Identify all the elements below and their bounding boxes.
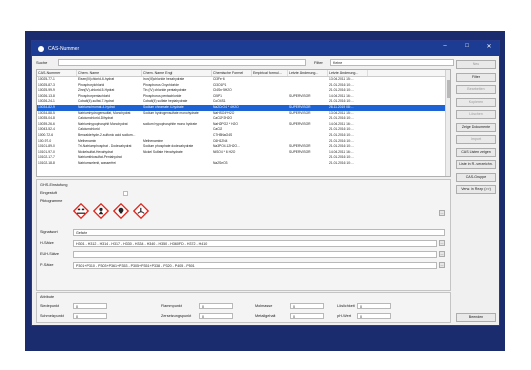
column-header[interactable]: Letzte Änderung...	[328, 70, 368, 76]
flammpunkt-label: Flammpunkt	[161, 304, 182, 308]
side-button-bearbeiten[interactable]: Bearbeiten	[456, 85, 496, 94]
ghs-environment-icon	[133, 203, 149, 219]
schmelzpunkt-field[interactable]: 0	[73, 313, 107, 319]
search-label: Suche	[36, 59, 48, 65]
table-header: CAS-Nummer Chem. Name Chem. Name Engl Ch…	[37, 70, 450, 77]
p-saetze-label: P-Sätze	[40, 263, 54, 267]
schmelzpunkt-label: Schmelzpunkt	[40, 314, 64, 318]
table-body: 10025-77-1 Eisen(III)chlorid-6-hydrat Iron…	[37, 77, 450, 167]
p-saetze-edit-button[interactable]: ...	[439, 262, 445, 268]
molmasse-field[interactable]: 0	[290, 303, 324, 309]
title-bar[interactable]: CAS-Nummer – □ ✕	[32, 41, 499, 56]
close-icon[interactable]: ✕	[483, 43, 495, 50]
scrollbar-thumb[interactable]	[447, 80, 450, 98]
ph-wert-label: pH-Wert	[337, 314, 352, 318]
maximize-icon[interactable]: □	[461, 43, 473, 50]
side-button-cas-gruppe[interactable]: CAS-Gruppe	[456, 172, 496, 182]
table-row[interactable]: 10102-18-8 Natriumselenit, wasserfrei Na2S…	[37, 161, 450, 167]
side-button-zeige-dokumente[interactable]: Zeige Dokumente	[456, 122, 496, 132]
table-cell	[252, 161, 288, 167]
table-cell: 21.01.2016 10:...	[329, 160, 354, 165]
side-button-kopieren[interactable]: Kopieren	[456, 97, 496, 107]
side-button-import[interactable]: Import	[456, 135, 496, 144]
side-button-filter[interactable]: Filter	[456, 72, 496, 82]
h-saetze-field[interactable]: H301 - H312 - H314 - H317 - H330 - H334 …	[73, 240, 437, 247]
column-header[interactable]: Chem. Name	[77, 70, 142, 76]
filter-select[interactable]: Keine	[330, 58, 454, 66]
piktogramme-edit-button[interactable]: ...	[439, 210, 445, 216]
signalwort-select[interactable]: Gefahr	[73, 229, 445, 236]
flammpunkt-field[interactable]: 0	[199, 303, 233, 309]
side-button-liste-in-r-verzeichn[interactable]: Liste in R.-verzeichn.	[456, 160, 496, 169]
close-button[interactable]: Beenden	[456, 313, 496, 322]
table-scrollbar[interactable]	[445, 70, 450, 176]
euh-saetze-label: EUH-Sätze	[40, 252, 59, 256]
attributes-section-label: Attribute	[40, 295, 55, 299]
loeslichkeit-field[interactable]: 0	[357, 303, 391, 309]
metallgehalt-field[interactable]: 0	[290, 313, 324, 319]
ghs-section-label: GHS-Einstufung	[40, 183, 68, 187]
column-header[interactable]: Chemische Formel	[212, 70, 252, 76]
cas-table: CAS-Nummer Chem. Name Chem. Name Engl Ch…	[36, 69, 451, 177]
h-saetze-label: H-Sätze	[40, 241, 54, 245]
table-cell	[142, 161, 212, 167]
search-row: Suche Filter Keine	[36, 58, 456, 66]
side-button-verw-in-rezp[interactable]: Verw. in Rezp (>>)	[456, 185, 496, 194]
window-title: CAS-Nummer	[48, 45, 80, 52]
column-header[interactable]: Empirical formul...	[252, 70, 288, 76]
siedepunkt-field[interactable]: 0	[73, 303, 107, 309]
column-header[interactable]: Letzte Änderung...	[288, 70, 328, 76]
signalwort-label: Signalwort	[40, 230, 58, 234]
metallgehalt-label: Metallgehalt	[255, 314, 276, 318]
molmasse-label: Molmasse	[255, 304, 273, 308]
cas-number-window: CAS-Nummer – □ ✕ Suche Filter Keine CAS-…	[31, 40, 500, 326]
column-header[interactable]: Chem. Name Engl	[142, 70, 212, 76]
siedepunkt-label: Siedepunkt	[40, 304, 59, 308]
euh-saetze-field[interactable]	[73, 251, 437, 258]
side-button-löschen[interactable]: Löschen	[456, 110, 496, 119]
ghs-corrosive-icon	[73, 203, 89, 219]
side-button-neu[interactable]: Neu	[456, 60, 496, 69]
search-input[interactable]	[58, 58, 306, 66]
zersetzungspunkt-label: Zersetzungspunkt	[161, 314, 192, 318]
zersetzungspunkt-field[interactable]: 0	[199, 313, 233, 319]
eingestuft-label: Eingestuft	[40, 191, 57, 195]
ghs-skull-icon	[113, 203, 129, 219]
table-cell: Natriumselenit, wasserfrei	[78, 160, 116, 165]
action-button-column: Neu Filter Bearbeiten Kopieren Löschen Zeige …	[456, 60, 496, 198]
h-saetze-edit-button[interactable]: ...	[439, 240, 445, 246]
ghs-panel: GHS-Einstufung Eingestuft Piktogramme ..…	[36, 179, 451, 291]
loeslichkeit-label: Löslichkeit	[337, 304, 355, 308]
table-cell: 10102-18-8	[38, 160, 55, 165]
euh-saetze-edit-button[interactable]: ...	[439, 251, 445, 257]
attributes-panel: Attribute Siedepunkt 0 Flammpunkt 0 Molm…	[36, 292, 451, 323]
table-cell: Na2SeO3	[213, 160, 228, 165]
minimize-icon[interactable]: –	[439, 43, 451, 50]
filter-label: Filter	[314, 59, 323, 65]
eingestuft-checkbox[interactable]	[123, 191, 128, 196]
table-cell	[288, 161, 328, 167]
p-saetze-field[interactable]: P301+P310 - P303+P361+P353 - P305+P351+P…	[73, 262, 437, 269]
column-header[interactable]: CAS-Nummer	[37, 70, 77, 76]
piktogramme-label: Piktogramme	[40, 199, 63, 203]
ghs-health-hazard-icon	[93, 203, 109, 219]
side-button-cas-listen-zeigen[interactable]: CAS Listen zeigen	[456, 147, 496, 157]
app-icon	[38, 45, 44, 52]
ph-wert-field[interactable]: 0	[357, 313, 391, 319]
pictogram-list	[73, 203, 149, 219]
